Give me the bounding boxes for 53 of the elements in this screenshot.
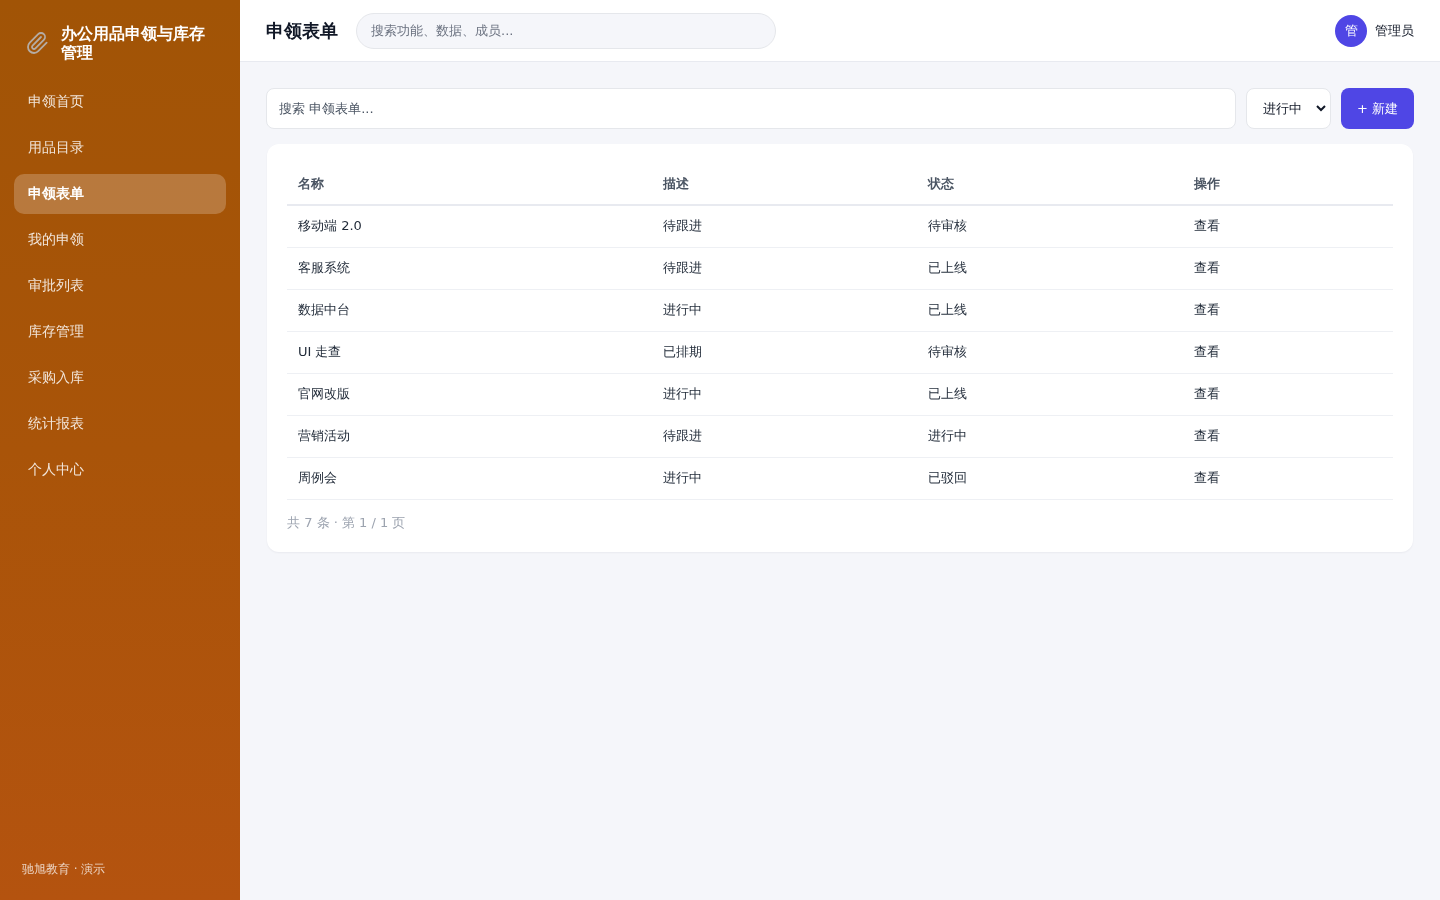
app-title: 办公用品申领与库存管理 — [61, 24, 206, 62]
view-link[interactable]: 查看 — [1193, 260, 1220, 275]
pagination-text: 共 7 条 · 第 1 / 1 页 — [287, 514, 406, 530]
table-cell: 已上线 — [928, 260, 968, 275]
sidebar-item[interactable]: 采购入库 — [14, 358, 226, 398]
table-cell: 客服系统 — [298, 260, 350, 275]
column-header: 名称 — [298, 176, 324, 191]
table-cell: 待跟进 — [662, 218, 702, 234]
view-link[interactable]: 查看 — [1193, 302, 1220, 317]
table-cell: 已上线 — [928, 386, 968, 401]
sidebar-item[interactable]: 库存管理 — [14, 312, 226, 352]
view-link[interactable]: 查看 — [1193, 470, 1220, 485]
table-cell: UI 走查 — [298, 344, 342, 359]
sidebar-item[interactable]: 申领表单 — [14, 174, 226, 214]
sidebar-item[interactable]: 我的申领 — [14, 220, 226, 260]
view-link[interactable]: 查看 — [1193, 428, 1220, 443]
sidebar-footer-text: 驰旭教育 · 演示 — [22, 861, 106, 878]
user-name: 管理员 — [1375, 21, 1414, 40]
table-cell: 进行中 — [662, 302, 702, 317]
table-cell: 待跟进 — [662, 260, 702, 275]
page-title: 申领表单 — [266, 18, 338, 43]
new-button[interactable]: + 新建 — [1340, 88, 1414, 129]
sidebar-item[interactable]: 用品目录 — [14, 128, 226, 168]
user-avatar[interactable]: 管 — [1335, 14, 1367, 47]
view-link[interactable]: 查看 — [1193, 344, 1220, 359]
table-cell: 官网改版 — [298, 386, 350, 401]
chevron-down-icon — [1315, 105, 1326, 112]
table-cell: 营销活动 — [298, 428, 350, 443]
sidebar-item[interactable]: 统计报表 — [14, 404, 226, 444]
column-header: 操作 — [1193, 176, 1220, 191]
table-cell: 待跟进 — [662, 428, 702, 443]
sidebar-item[interactable]: 审批列表 — [14, 266, 226, 306]
sidebar-item[interactable]: 个人中心 — [14, 450, 226, 490]
table-cell: 移动端 2.0 — [298, 218, 362, 234]
column-header: 描述 — [662, 176, 689, 191]
table-cell: 已驳回 — [928, 470, 968, 485]
table-cell: 待审核 — [928, 218, 968, 234]
table-cell: 进行中 — [662, 470, 702, 485]
list-search-field[interactable]: 搜索 申领表单... — [266, 88, 1236, 129]
table-cell: 待审核 — [928, 344, 968, 359]
paperclip-icon — [25, 31, 49, 55]
table-cell: 进行中 — [662, 386, 702, 401]
table-cell: 进行中 — [928, 428, 968, 443]
status-filter-select[interactable]: 进行中 — [1245, 88, 1331, 129]
view-link[interactable]: 查看 — [1193, 386, 1220, 401]
table-cell: 已上线 — [928, 302, 968, 317]
table-cell: 已排期 — [662, 344, 702, 359]
view-link[interactable]: 查看 — [1193, 218, 1220, 234]
sidebar-item[interactable]: 申领首页 — [14, 82, 226, 122]
table-cell: 周例会 — [298, 470, 337, 485]
column-header: 状态 — [928, 176, 955, 191]
global-search-field[interactable]: 搜索功能、数据、成员... — [356, 12, 776, 49]
table-cell: 数据中台 — [298, 302, 350, 317]
